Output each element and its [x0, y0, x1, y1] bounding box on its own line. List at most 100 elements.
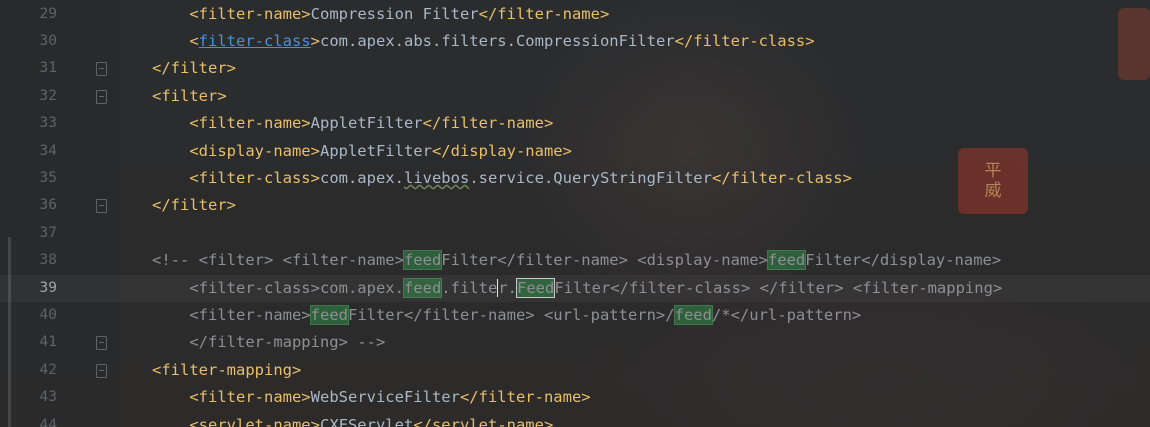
code-editor[interactable]: 平 威 29 <filter-name>Compression Filter</…: [0, 0, 1150, 427]
line-number[interactable]: 30: [0, 28, 57, 55]
line-number[interactable]: 34: [0, 138, 57, 165]
code-line[interactable]: 44 <servlet-name>CXFServlet</servlet-nam…: [0, 412, 1150, 427]
code-token: <filter-mapping>: [152, 360, 302, 379]
code-line[interactable]: 35 <filter-class>com.apex.livebos.servic…: [0, 165, 1150, 192]
code-token: <filter-name>: [189, 305, 311, 324]
fold-marker-icon[interactable]: [96, 199, 107, 214]
code-text[interactable]: </filter-mapping> -->: [152, 329, 385, 356]
code-line[interactable]: 30 <filter-class>com.apex.abs.filters.Co…: [0, 28, 1150, 55]
code-token: <filter-class>: [189, 168, 320, 187]
code-token: com.apex.abs.filters.CompressionFilter: [320, 31, 675, 50]
code-token: </filter-name>: [422, 114, 554, 133]
code-text[interactable]: <filter-name>feedFilter</filter-name> <u…: [152, 302, 861, 329]
line-number[interactable]: 42: [0, 357, 57, 384]
search-match: feed: [402, 277, 443, 298]
line-number[interactable]: 40: [0, 302, 57, 329]
code-token: </servlet-name>: [413, 415, 554, 427]
code-text[interactable]: <!-- <filter> <filter-name>feedFilter</f…: [152, 247, 1001, 274]
code-line[interactable]: 43 <filter-name>WebServiceFilter</filter…: [0, 384, 1150, 411]
code-token: Filter</display-name>: [805, 251, 1002, 270]
fold-marker-icon[interactable]: [96, 336, 107, 351]
code-token: </filter>: [152, 59, 236, 78]
code-token: .service.QueryStringFilter: [469, 168, 712, 187]
line-number[interactable]: 29: [0, 1, 57, 28]
fold-marker-icon[interactable]: [96, 363, 107, 378]
search-match: Feed: [515, 277, 556, 298]
line-number[interactable]: 44: [0, 412, 57, 427]
line-number[interactable]: 35: [0, 165, 57, 192]
search-match: feed: [402, 250, 443, 271]
code-text[interactable]: </filter>: [152, 192, 236, 219]
line-number[interactable]: 32: [0, 83, 57, 110]
code-token: <filter-name>: [189, 388, 311, 407]
code-token: filter-class: [198, 31, 311, 50]
code-token: >: [310, 31, 320, 50]
search-match: feed: [309, 304, 349, 325]
code-line[interactable]: 38 <!-- <filter> <filter-name>feedFilter<…: [0, 247, 1150, 274]
search-match: feed: [766, 250, 807, 271]
code-token: </filter-class>: [674, 31, 815, 50]
code-token: <filter>: [152, 86, 227, 105]
code-text[interactable]: <servlet-name>CXFServlet</servlet-name>: [152, 412, 553, 427]
code-token: <servlet-name>: [189, 415, 320, 427]
code-token: Filter</filter-name> <url-pattern>/: [347, 305, 675, 324]
code-token: </display-name>: [431, 141, 572, 160]
code-token: com.apex.: [319, 168, 404, 187]
code-token: livebos: [403, 168, 470, 187]
code-line[interactable]: 37: [0, 220, 1150, 247]
code-text[interactable]: <filter-mapping>: [152, 357, 301, 384]
line-number[interactable]: 43: [0, 384, 57, 411]
code-line[interactable]: 34 <display-name>AppletFilter</display-n…: [0, 138, 1150, 165]
line-number[interactable]: 41: [0, 329, 57, 356]
code-line[interactable]: 36 </filter>: [0, 192, 1150, 219]
code-text[interactable]: </filter>: [152, 55, 236, 82]
code-token: </filter-mapping> -->: [189, 333, 386, 352]
code-token: <filter-name>: [189, 4, 311, 23]
fold-marker-icon[interactable]: [96, 62, 107, 77]
code-token: <!-- <filter> <filter-name>: [152, 251, 404, 270]
code-token: AppletFilter: [310, 114, 423, 133]
code-line[interactable]: 40 <filter-name>feedFilter</filter-name>…: [0, 302, 1150, 329]
search-match: feed: [673, 304, 713, 325]
code-line[interactable]: 33 <filter-name>AppletFilter</filter-nam…: [0, 110, 1150, 137]
line-number[interactable]: 37: [0, 220, 57, 247]
code-line[interactable]: 41 </filter-mapping> -->: [0, 329, 1150, 356]
code-text[interactable]: <display-name>AppletFilter</display-name…: [152, 138, 572, 165]
code-token: WebServiceFilter: [310, 388, 460, 407]
line-number[interactable]: 33: [0, 110, 57, 137]
code-line[interactable]: 29 <filter-name>Compression Filter</filt…: [0, 1, 1150, 28]
code-token: CXFServlet: [319, 415, 414, 427]
line-number[interactable]: 39: [0, 275, 57, 302]
code-line[interactable]: 42 <filter-mapping>: [0, 357, 1150, 384]
line-number[interactable]: 31: [0, 55, 57, 82]
line-number[interactable]: 36: [0, 192, 57, 219]
code-token: </filter-name>: [459, 388, 591, 407]
code-token: </filter-class>: [711, 168, 852, 187]
code-token: <filter-name>: [189, 114, 311, 133]
code-text[interactable]: <filter-class>com.apex.livebos.service.Q…: [152, 165, 852, 192]
code-text[interactable]: <filter-class>com.apex.abs.filters.Compr…: [152, 28, 815, 55]
code-token: Compression Filter: [310, 4, 479, 23]
code-token: <display-name>: [189, 141, 320, 160]
fold-marker-icon[interactable]: [96, 89, 107, 104]
code-text[interactable]: <filter>: [152, 83, 227, 110]
code-token: .filte: [441, 278, 498, 297]
code-line[interactable]: 39 <filter-class>com.apex.feed.filter.Fe…: [0, 274, 1150, 302]
code-text[interactable]: <filter-class>com.apex.feed.filter.FeedF…: [152, 275, 1002, 302]
code-token: /*</url-pattern>: [711, 305, 862, 324]
code-token: </filter-name>: [478, 4, 610, 23]
code-token: AppletFilter: [319, 141, 432, 160]
code-text[interactable]: <filter-name>AppletFilter</filter-name>: [152, 110, 553, 137]
code-line[interactable]: 31 </filter>: [0, 55, 1150, 82]
code-token: Filter</filter-name> <display-name>: [441, 251, 768, 270]
code-token: Filter</filter-class> </filter> <filter-…: [554, 278, 1003, 297]
code-token: .: [507, 278, 517, 297]
code-token: <filter-class>com.apex.: [189, 278, 404, 297]
line-number[interactable]: 38: [0, 247, 57, 274]
code-text[interactable]: <filter-name>Compression Filter</filter-…: [152, 1, 609, 28]
code-line[interactable]: 32 <filter>: [0, 83, 1150, 110]
code-token: r: [497, 278, 508, 297]
code-text[interactable]: <filter-name>WebServiceFilter</filter-na…: [152, 384, 591, 411]
code-token: <: [189, 31, 199, 50]
code-token: </filter>: [152, 196, 236, 215]
